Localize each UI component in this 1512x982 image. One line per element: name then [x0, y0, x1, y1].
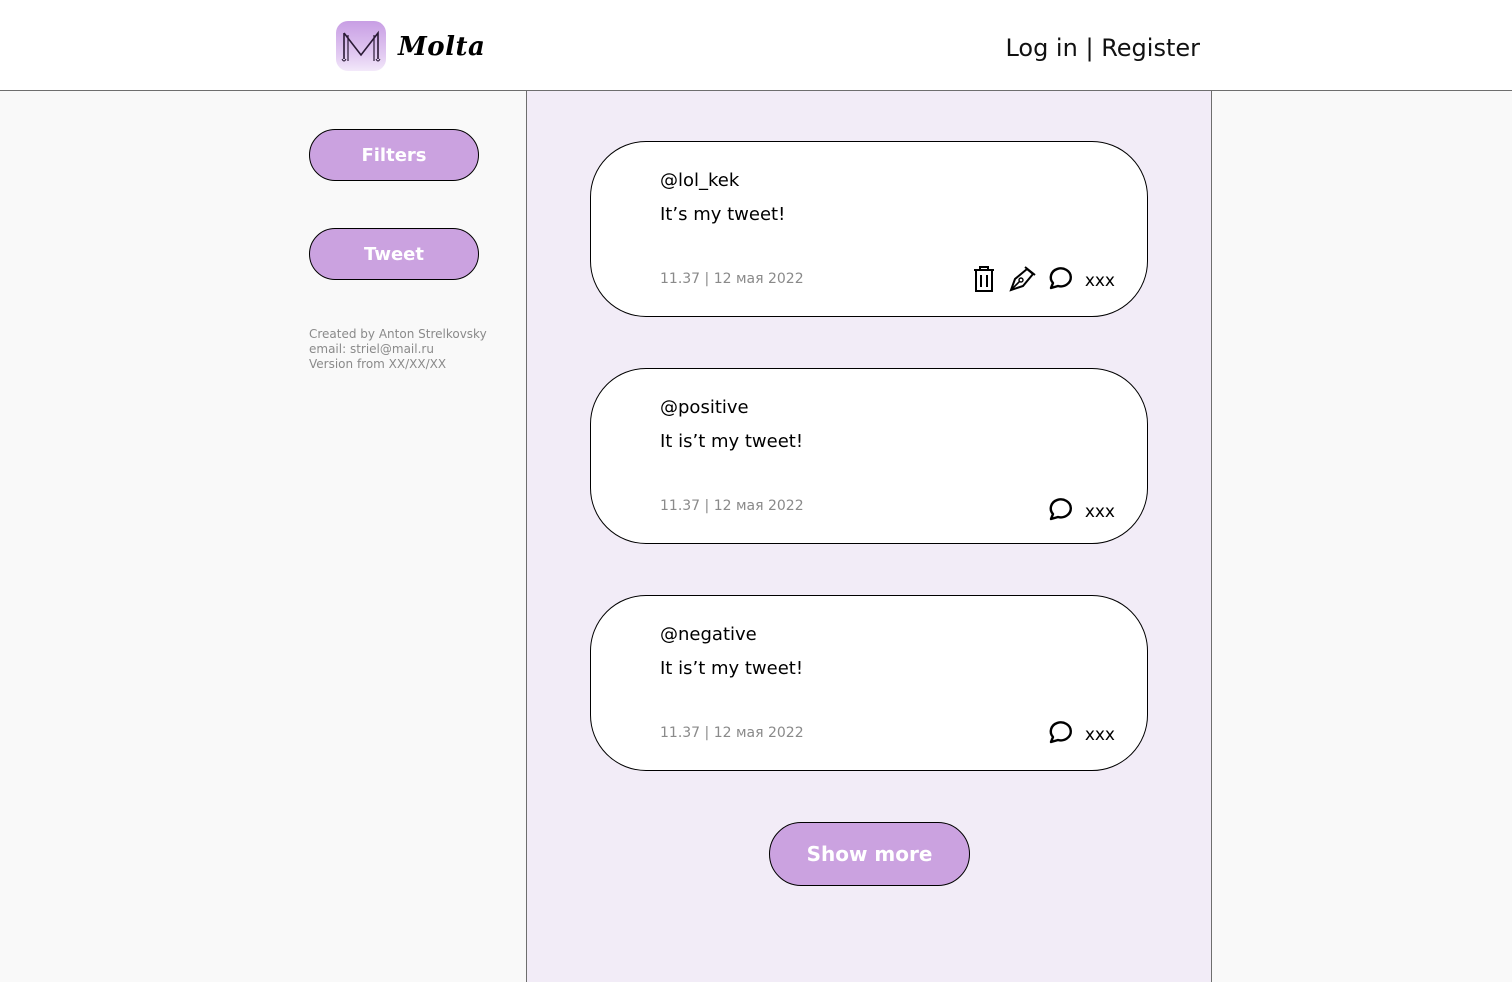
comment-bubble-icon[interactable]: [1045, 263, 1075, 293]
app-name: Molta: [398, 32, 486, 62]
trash-icon[interactable]: [969, 263, 999, 293]
tweet-timestamp: 11.37 | 12 мая 2022: [660, 498, 804, 514]
tweet-handle[interactable]: @positive: [660, 397, 749, 418]
logo-icon[interactable]: [336, 21, 386, 71]
auth-separator: |: [1085, 34, 1094, 62]
header: Molta Log in | Register: [0, 0, 1512, 91]
tweet-feed: @lol_kek It’s my tweet! 11.37 | 12 мая 2…: [526, 91, 1212, 982]
edit-pen-icon[interactable]: [1007, 263, 1037, 293]
tweet-button[interactable]: Tweet: [309, 228, 479, 280]
show-more-button[interactable]: Show more: [769, 822, 970, 886]
tweet-handle[interactable]: @lol_kek: [660, 170, 739, 191]
comment-bubble-icon[interactable]: [1045, 717, 1075, 747]
credits-version: Version from XX/XX/XX: [309, 357, 447, 371]
comment-count: xxx: [1084, 725, 1115, 745]
tweet-card: @negative It is’t my tweet! 11.37 | 12 м…: [590, 595, 1148, 771]
tweet-handle[interactable]: @negative: [660, 624, 757, 645]
tweet-timestamp: 11.37 | 12 мая 2022: [660, 725, 804, 741]
filters-button[interactable]: Filters: [309, 129, 479, 181]
tweet-text: It’s my tweet!: [660, 204, 786, 225]
tweet-card: @lol_kek It’s my tweet! 11.37 | 12 мая 2…: [590, 141, 1148, 317]
tweet-timestamp: 11.37 | 12 мая 2022: [660, 271, 804, 287]
comment-count: xxx: [1084, 502, 1115, 522]
tweet-text: It is’t my tweet!: [660, 658, 804, 679]
credits-author: Created by Anton Strelkovsky: [309, 327, 487, 341]
login-link[interactable]: Log in: [1005, 34, 1077, 62]
register-link[interactable]: Register: [1101, 34, 1200, 62]
comment-bubble-icon[interactable]: [1045, 494, 1075, 524]
tweet-card: @positive It is’t my tweet! 11.37 | 12 м…: [590, 368, 1148, 544]
tweet-actions: xxx: [1045, 493, 1115, 525]
tweet-actions: xxx: [969, 262, 1115, 294]
tweet-text: It is’t my tweet!: [660, 431, 804, 452]
credits-info: Created by Anton Strelkovsky email: stri…: [309, 327, 487, 372]
auth-links: Log in | Register: [1005, 34, 1200, 62]
tweet-actions: xxx: [1045, 716, 1115, 748]
credits-email: email: striel@mail.ru: [309, 342, 434, 356]
comment-count: xxx: [1084, 271, 1115, 291]
